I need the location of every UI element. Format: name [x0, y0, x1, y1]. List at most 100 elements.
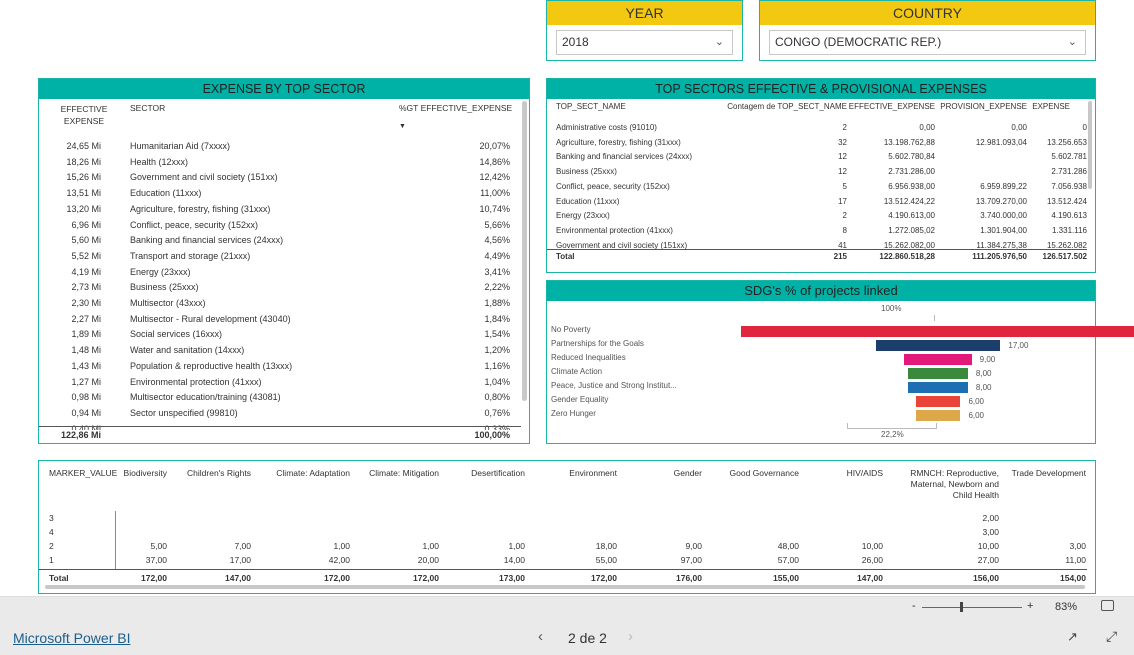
table-cell: 10,00	[977, 541, 999, 551]
table-row[interactable]: 1 37,00 17,00 42,00 20,00 14,00 55,00 97,00 57,0…	[39, 555, 1087, 568]
table-row[interactable]: Agriculture, forestry, fishing (31xxx) 32…	[547, 136, 1087, 151]
table-cell: 17,00	[229, 555, 251, 565]
col-count[interactable]: Contagem de TOP_SECT_NAME	[717, 100, 847, 115]
sdg-bar[interactable]	[875, 339, 1001, 351]
sdg-bar[interactable]	[741, 325, 1134, 337]
year-dropdown[interactable]: 2018 ⌄	[556, 30, 733, 55]
table-row[interactable]: 1,43 Mi Population & reproductive health …	[39, 359, 519, 375]
col-pct[interactable]: %GT EFFECTIVE_EXPENSE	[399, 103, 512, 113]
table-row[interactable]: 0,94 Mi Sector unspecified (99810) 0,76%	[39, 406, 519, 422]
table-cell: 1,00	[508, 541, 525, 551]
table-row[interactable]: Education (11xxx) 17 13.512.424,22 13.709.2…	[547, 195, 1087, 210]
table-row[interactable]: Administrative costs (91010) 2 0,00 0,00 0	[547, 121, 1087, 136]
effective-cell: 0,94 Mi	[71, 407, 101, 418]
pct-cell: 1,04%	[484, 376, 510, 387]
column-header[interactable]: HIV/AIDS	[823, 468, 883, 479]
table-cell: 13.198.762,88	[883, 137, 935, 147]
table-row[interactable]: 1,48 Mi Water and sanitation (14xxx) 1,20%	[39, 343, 519, 359]
expense-table: EFFECTIVE EXPENSE SECTOR %GT EFFECTIVE_E…	[39, 99, 529, 443]
table-cell: 4.190.613	[1051, 211, 1087, 221]
col-expense[interactable]: EXPENSE	[1032, 100, 1070, 115]
fit-to-page-icon[interactable]	[1101, 600, 1114, 611]
scrollbar[interactable]	[1088, 101, 1092, 189]
table-cell: 1,00	[422, 541, 439, 551]
table-row[interactable]: 5,52 Mi Transport and storage (21xxx) 4,49…	[39, 249, 519, 265]
table-row[interactable]: 4,19 Mi Energy (23xxx) 3,41%	[39, 265, 519, 281]
table-row[interactable]: 2,73 Mi Business (25xxx) 2,22%	[39, 280, 519, 296]
table-cell: 2	[49, 541, 54, 551]
sdg-bar[interactable]	[908, 367, 968, 379]
table-row[interactable]: 3 2,00	[39, 513, 1087, 526]
table-row[interactable]: 1,89 Mi Social services (16xxx) 1,54%	[39, 327, 519, 343]
column-header[interactable]: Good Governance	[719, 468, 799, 479]
table-row[interactable]: Business (25xxx) 12 2.731.286,00 2.731.286	[547, 165, 1087, 180]
column-header[interactable]: MARKER_VALUE	[49, 468, 117, 479]
zoom-out-button[interactable]: -	[912, 600, 916, 612]
pct-cell: 1,16%	[484, 360, 510, 371]
sdg-bar[interactable]	[915, 409, 961, 421]
table-row[interactable]: Government and civil society (151xx) 41 15…	[547, 239, 1087, 249]
column-header[interactable]: Desertification	[455, 468, 525, 479]
table-row[interactable]: Banking and financial services (24xxx) 12…	[547, 150, 1087, 165]
zoom-in-button[interactable]: +	[1027, 600, 1033, 612]
country-dropdown[interactable]: CONGO (DEMOCRATIC REP.) ⌄	[769, 30, 1086, 55]
table-row[interactable]: 2 5,00 7,00 1,00 1,00 1,00 18,00 9,00 48,00 10,00…	[39, 541, 1087, 554]
table-row[interactable]: 0,98 Mi Multisector education/training (4…	[39, 390, 519, 406]
sdg-bar[interactable]	[908, 381, 968, 393]
table-row[interactable]: Conflict, peace, security (152xx) 5 6.956.…	[547, 180, 1087, 195]
col-sector[interactable]: SECTOR	[130, 103, 165, 113]
power-bi-link[interactable]: Microsoft Power BI	[13, 630, 130, 646]
sdg-bar[interactable]	[904, 353, 972, 365]
sort-desc-icon[interactable]: ▼	[399, 123, 406, 130]
total-effective: 122,86 Mi	[60, 430, 101, 440]
sdg-category-label: Partnerships for the Goals	[551, 339, 644, 348]
column-header[interactable]: RMNCH: Reproductive, Maternal, Newborn a…	[889, 468, 999, 501]
share-icon[interactable]: ↗	[1067, 629, 1078, 645]
total-cell: 154,00	[1060, 573, 1086, 583]
sector-cell: Business (25xxx)	[130, 282, 199, 293]
scrollbar[interactable]	[522, 101, 527, 401]
column-header[interactable]: Trade Development	[1001, 468, 1086, 479]
total-cell: 147,00	[857, 573, 883, 583]
col-effective-expense[interactable]: EFFECTIVE EXPENSE	[49, 103, 119, 127]
zoom-slider[interactable]	[922, 607, 1022, 608]
sdg-bar[interactable]	[915, 395, 961, 407]
scrollbar[interactable]	[45, 585, 1085, 589]
prev-page-button[interactable]: ‹	[538, 628, 543, 645]
table-cell: 3	[49, 513, 54, 523]
sdg-category-label: Peace, Justice and Strong Institut...	[551, 381, 677, 390]
table-row[interactable]: 18,26 Mi Health (12xxx) 14,86%	[39, 155, 519, 171]
pct-cell: 1,84%	[484, 313, 510, 324]
sdg-category-label: Gender Equality	[551, 395, 609, 404]
col-provision[interactable]: PROVISION_EXPENSE	[937, 100, 1027, 115]
table-cell: 2.731.286	[1051, 167, 1087, 177]
fullscreen-icon[interactable]: ⤢	[1106, 628, 1117, 645]
column-header[interactable]: Climate: Adaptation	[260, 468, 350, 479]
table-row[interactable]: Environmental protection (41xxx) 8 1.272.0…	[547, 224, 1087, 239]
column-header[interactable]: Children's Rights	[171, 468, 251, 479]
col-top-sect-name[interactable]: TOP_SECT_NAME	[556, 100, 626, 115]
table-row[interactable]: 1,27 Mi Environmental protection (41xxx) 1…	[39, 375, 519, 391]
column-header[interactable]: Gender	[652, 468, 702, 479]
table-row[interactable]: 6,96 Mi Conflict, peace, security (152xx)…	[39, 218, 519, 234]
table-row[interactable]: 4 3,00	[39, 527, 1087, 540]
sector-cell: Environmental protection (41xxx)	[130, 376, 262, 387]
effective-cell: 2,73 Mi	[71, 282, 101, 293]
table-row[interactable]: 13,51 Mi Education (11xxx) 11,00%	[39, 186, 519, 202]
table-row[interactable]: 24,65 Mi Humanitarian Aid (7xxxx) 20,07%	[39, 139, 519, 155]
table-row[interactable]: Energy (23xxx) 2 4.190.613,00 3.740.000,00 4…	[547, 209, 1087, 224]
table-cell: 3,00	[1069, 541, 1086, 551]
table-row[interactable]: 5,60 Mi Banking and financial services (2…	[39, 233, 519, 249]
table-row[interactable]: 2,27 Mi Multisector - Rural development (…	[39, 312, 519, 328]
table-row[interactable]: 2,30 Mi Multisector (43xxx) 1,88%	[39, 296, 519, 312]
col-effective[interactable]: EFFECTIVE_EXPENSE	[847, 100, 935, 115]
column-header[interactable]: Climate: Mitigation	[359, 468, 439, 479]
effective-cell: 0,98 Mi	[71, 392, 101, 403]
column-header[interactable]: Biodiversity	[107, 468, 167, 479]
table-row[interactable]: 15,26 Mi Government and civil society (15…	[39, 170, 519, 186]
table-row[interactable]: 13,20 Mi Agriculture, forestry, fishing (…	[39, 202, 519, 218]
column-header[interactable]: Environment	[547, 468, 617, 479]
next-page-button[interactable]: ›	[628, 628, 633, 645]
table-cell: 5.602.781	[1051, 152, 1087, 162]
zoom-slider-thumb[interactable]	[960, 602, 963, 612]
